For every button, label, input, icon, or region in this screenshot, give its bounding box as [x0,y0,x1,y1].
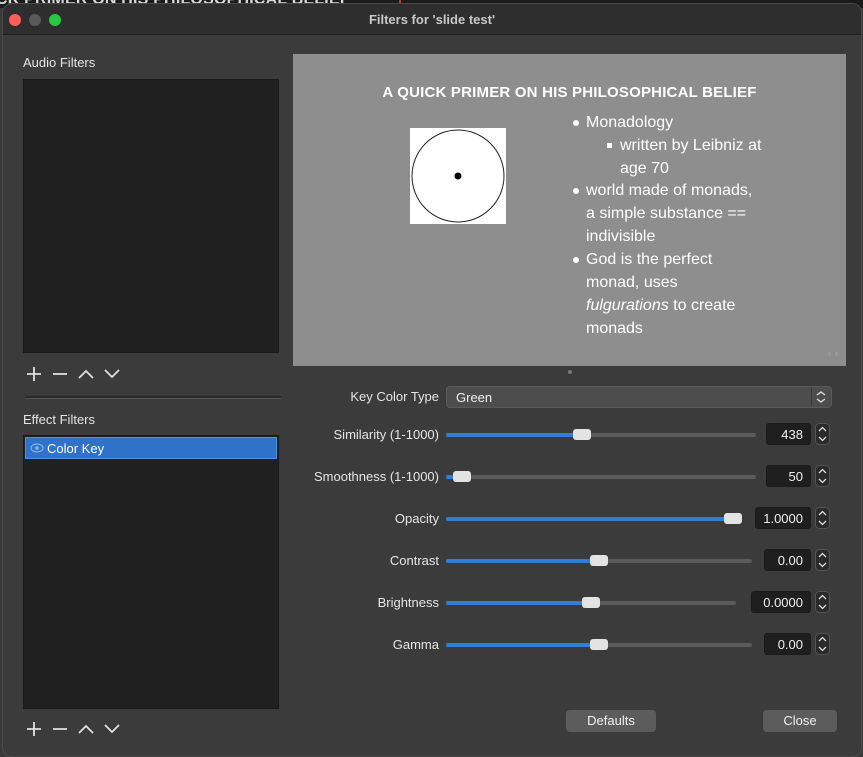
contrast-label: Contrast [389,553,439,568]
similarity-input[interactable]: 438 [766,423,811,445]
monad-circle-image [410,128,506,224]
updown-chevron-icon [811,388,826,406]
smoothness-slider[interactable] [446,471,756,482]
sub-bullet-1-line-1: written by Leibniz at [620,137,762,154]
slider-fill [446,433,582,437]
effect-filters-list[interactable]: Color Key [23,435,279,709]
key-color-type-value: Green [456,390,493,405]
brightness-stepper[interactable] [815,591,830,613]
brightness-label: Brightness [377,595,439,610]
gamma-input[interactable]: 0.00 [764,633,811,655]
window-title: Filters for 'slide test' [368,12,496,27]
bullet-3-line-2: monad, uses [586,274,678,291]
slider-handle[interactable] [452,471,471,482]
smoothness-input[interactable]: 50 [766,465,811,487]
minus-icon[interactable] [50,364,70,384]
chevron-down-icon[interactable] [102,719,122,739]
bullet-3-rest: to create [668,297,736,314]
minus-icon[interactable] [50,719,70,739]
chevron-up-icon[interactable] [76,364,96,384]
filter-name: Color Key [47,441,105,456]
chevron-up-icon[interactable] [76,719,96,739]
bullet-2-line-2: a simple substance == [586,205,747,222]
effect-filters-label: Effect Filters [23,412,96,427]
title-bar: Filters for 'slide test' [3,4,861,35]
smoothness-stepper[interactable] [815,465,830,487]
plus-icon[interactable] [24,719,44,739]
opacity-stepper[interactable] [815,507,830,529]
bullet-3-line-4: monads [586,320,643,337]
opacity-label: Opacity [394,511,439,526]
slider-handle[interactable] [582,597,600,608]
gamma-slider[interactable] [446,639,752,650]
bullet-1: Monadology [586,114,674,131]
filter-preview: A QUICK PRIMER ON HIS PHILOSOPHICAL BELI… [293,54,846,366]
plus-icon[interactable] [24,364,44,384]
slider-fill [446,517,733,521]
slider-fill [446,559,599,563]
bullet-dot [573,120,579,126]
slider-handle[interactable] [590,639,608,650]
audio-filters-label: Audio Filters [23,55,96,70]
similarity-label: Similarity (1-1000) [333,427,439,442]
splitter-handle[interactable] [568,370,572,374]
audio-filters-list[interactable] [23,79,279,353]
bullet-3-italic: fulgurations [586,297,669,314]
slider-handle[interactable] [590,555,608,566]
filters-window: Filters for 'slide test' Audio Filters E… [2,3,862,757]
gamma-label: Gamma [392,637,439,652]
bullet-2-line-3: indivisible [586,228,656,245]
slider-handle[interactable] [724,513,742,524]
opacity-slider[interactable] [446,513,742,524]
gamma-stepper[interactable] [815,633,830,655]
bullet-3-line-1: God is the perfect [586,251,713,268]
bullet-3-line-3: fulgurations to create [586,294,735,317]
similarity-stepper[interactable] [815,423,830,445]
sub-bullet-1-line-2: age 70 [620,160,669,177]
contrast-slider[interactable] [446,555,752,566]
chevron-down-icon[interactable] [102,364,122,384]
close-button[interactable]: Close [763,710,837,732]
bullet-2-line-1: world made of monads, [586,182,753,199]
brightness-input[interactable]: 0.0000 [751,591,811,613]
slide-nav-arrows: ‹ › [827,348,838,360]
similarity-slider[interactable] [446,429,756,440]
smoothness-label: Smoothness (1-1000) [313,469,439,484]
panel-separator[interactable] [25,396,281,399]
opacity-input[interactable]: 1.0000 [755,507,811,529]
slider-handle[interactable] [572,429,591,440]
slider-fill [446,643,599,647]
bullet-dot [573,188,579,194]
key-color-type-label: Key Color Type [350,389,439,404]
contrast-input[interactable]: 0.00 [764,549,811,571]
slide-title: A QUICK PRIMER ON HIS PHILOSOPHICAL BELI… [382,84,757,101]
defaults-button[interactable]: Defaults [566,710,656,732]
bullet-dot [573,257,579,263]
contrast-stepper[interactable] [815,549,830,571]
eye-icon[interactable] [30,441,44,455]
brightness-slider[interactable] [446,597,736,608]
list-item-color-key[interactable]: Color Key [25,437,277,459]
slider-fill [446,601,591,605]
sub-bullet-square [607,143,612,148]
key-color-type-select[interactable]: Green [446,386,832,408]
